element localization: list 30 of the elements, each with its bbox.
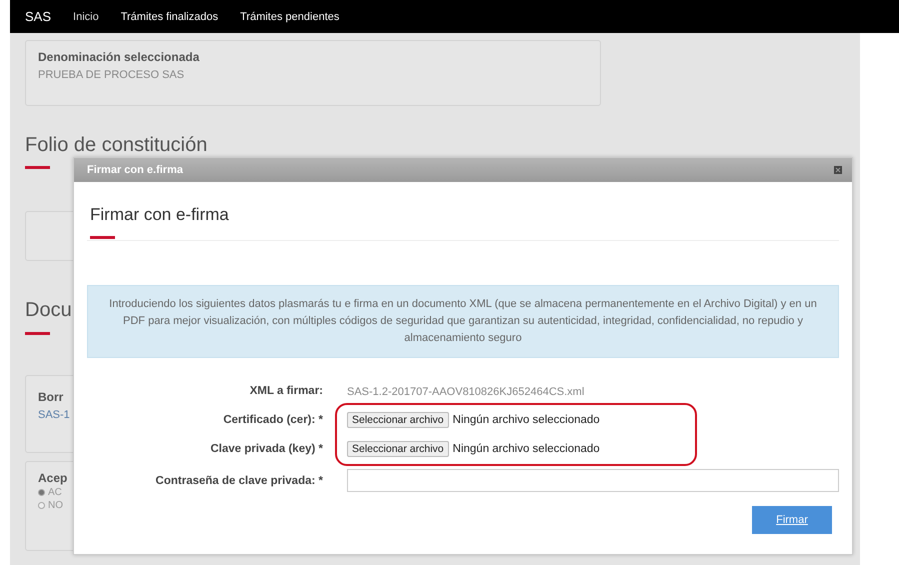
heading-underline	[25, 166, 50, 169]
field-label: Certificado (cer): *	[222, 414, 323, 426]
nav-link[interactable]: Trámites finalizados	[120, 10, 218, 22]
nav-link[interactable]: Inicio	[73, 10, 99, 22]
dialog-title: Firmar con e.firma	[87, 164, 183, 176]
brand-link[interactable]: SAS	[25, 9, 52, 24]
card-value: PRUEBA DE PROCESO SAS	[38, 69, 186, 81]
section-heading: Docu	[25, 299, 72, 322]
radio-button[interactable]	[38, 489, 45, 496]
card-label: Borr	[38, 390, 64, 404]
heading-underline	[90, 236, 115, 239]
close-icon[interactable]	[834, 166, 842, 174]
file-select-button[interactable]: Seleccionar archivo	[347, 412, 449, 428]
nav-link[interactable]: Trámites pendientes	[240, 10, 340, 22]
file-status: Ningún archivo seleccionado	[452, 414, 600, 426]
dialog-heading: Firmar con e-firma	[90, 205, 230, 225]
field-label: XML a firmar:	[248, 385, 323, 397]
file-status: Ningún archivo seleccionado	[452, 443, 600, 455]
heading-underline	[25, 332, 50, 335]
password-field[interactable]	[347, 469, 839, 492]
file-name: SAS-1.2-201707-AAOV810826KJ652464CS.xml	[347, 386, 584, 398]
card-label: Denominación seleccionada	[38, 50, 200, 64]
radio-label: AC	[48, 487, 62, 498]
field-label: Clave privada (key) *	[209, 443, 323, 455]
section-heading: Folio de constitución	[25, 134, 208, 156]
radio-button[interactable]	[38, 502, 45, 509]
radio-label: NO	[48, 500, 63, 511]
info-message: Introduciendo los siguientes datos plasmarás tu e firma en un documento XML (que se almacena permanentemente en el Archivo Digital) y en un PDF para mejor visualización, con múltiples códigos de seguridad que garantizan su autenticidad, integridad, confidencialidad, no repudio y almacenamiento seguro	[87, 285, 839, 358]
file-select-button[interactable]: Seleccionar archivo	[347, 441, 449, 457]
field-label: Contraseña de clave privada: *	[154, 474, 323, 486]
